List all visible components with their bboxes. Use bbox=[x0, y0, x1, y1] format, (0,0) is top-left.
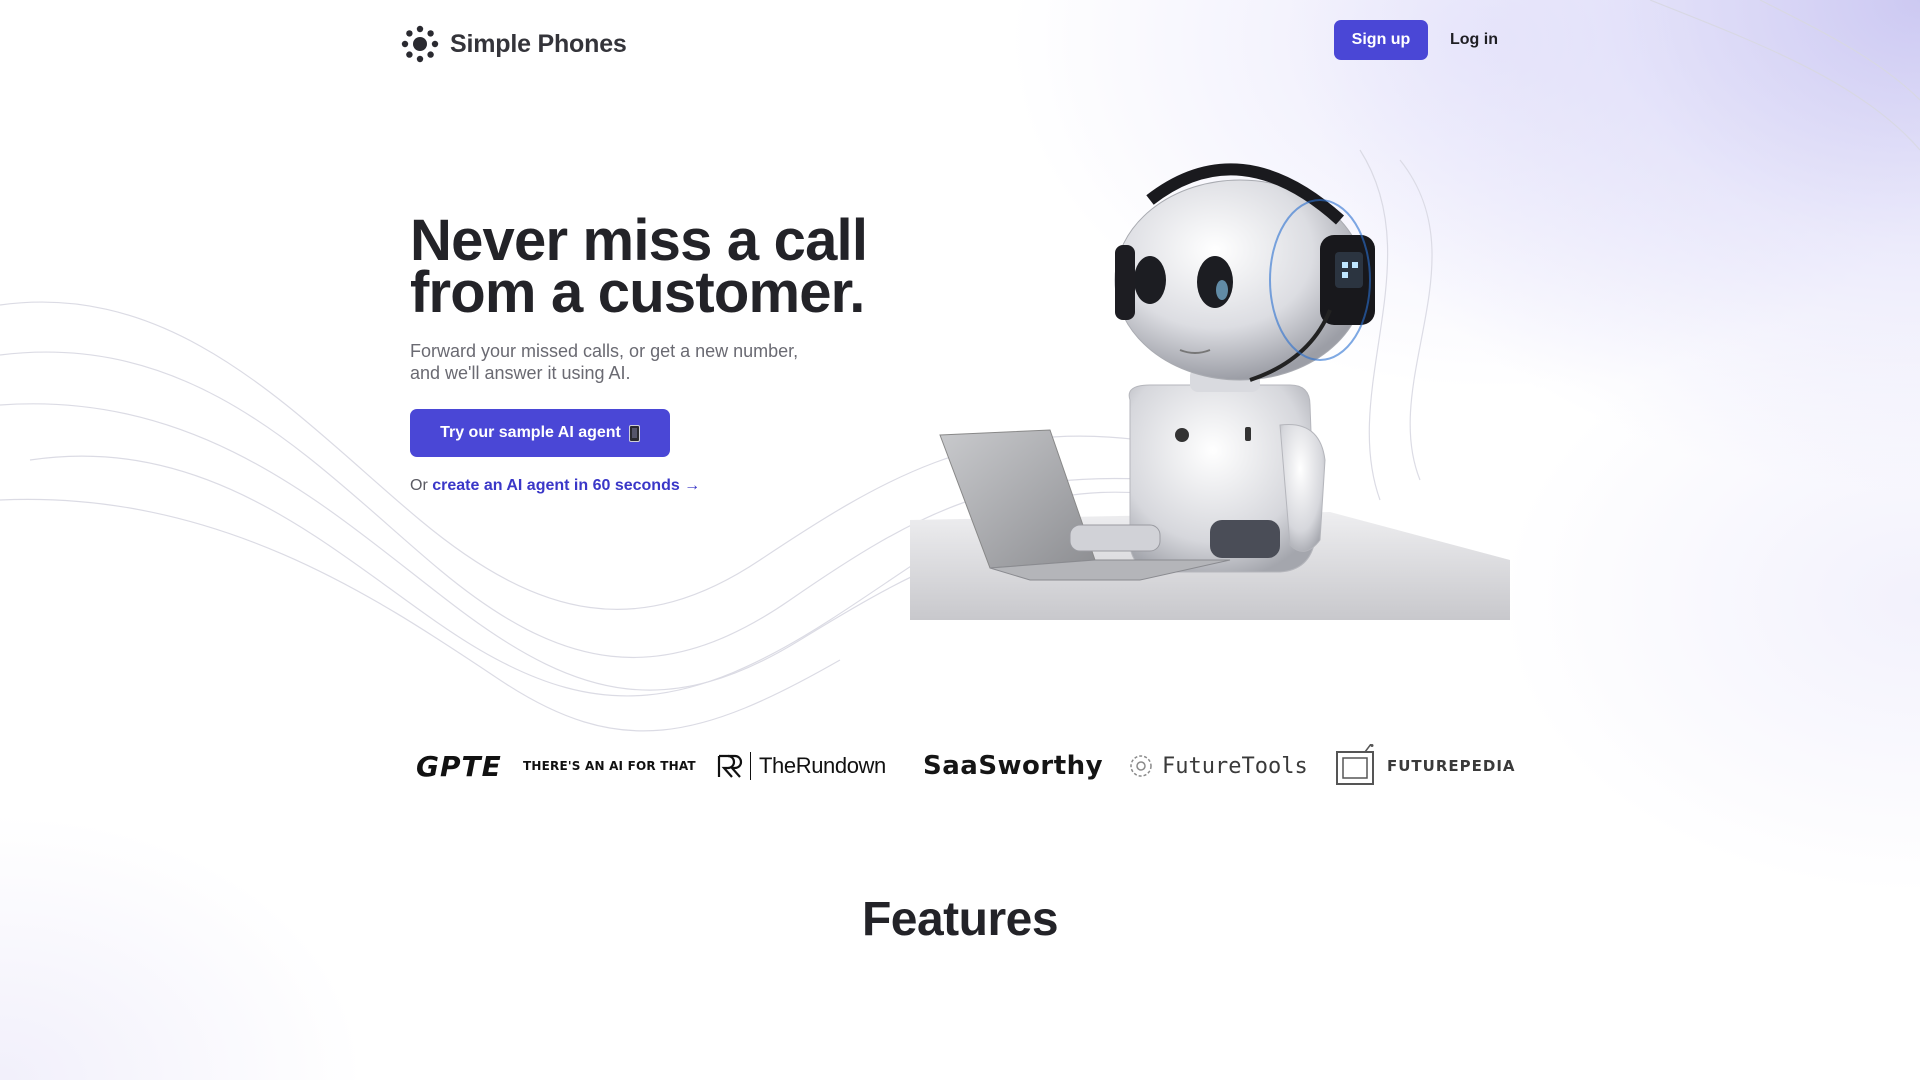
login-link[interactable]: Log in bbox=[1450, 20, 1498, 60]
site-header: Simple Phones Sign up Log in bbox=[400, 20, 1504, 68]
hero-title-line-2: from a customer. bbox=[410, 260, 865, 325]
cta-label: Try our sample AI agent bbox=[440, 424, 621, 441]
robot-illustration bbox=[910, 163, 1510, 620]
mobile-phone-icon bbox=[628, 424, 640, 442]
try-sample-agent-button[interactable]: Try our sample AI agent bbox=[410, 409, 670, 457]
futuretools-wordmark: FutureTools bbox=[1162, 753, 1308, 779]
logo-theres-an-ai-for-that[interactable]: THERE'S AN AI FOR THAT bbox=[523, 738, 696, 794]
create-agent-line: Or create an AI agent in 60 seconds → bbox=[410, 477, 700, 495]
futuretools-gear-icon bbox=[1130, 755, 1152, 777]
signup-button[interactable]: Sign up bbox=[1334, 20, 1428, 60]
featured-logos: GPTE THERE'S AN AI FOR THAT TheRundown S… bbox=[410, 738, 1515, 794]
hero-subtitle-line-2: and we'll answer it using AI. bbox=[410, 363, 631, 383]
logo-the-rundown[interactable]: TheRundown bbox=[716, 738, 886, 794]
create-agent-link[interactable]: create an AI agent in 60 seconds → bbox=[432, 477, 700, 494]
secondary-prefix: Or bbox=[410, 477, 428, 494]
futurepedia-tv-icon bbox=[1336, 744, 1374, 785]
features-heading: Features bbox=[861, 893, 1059, 946]
landing-page: Simple Phones Sign up Log in Never miss … bbox=[0, 0, 1920, 1080]
logo-gpte[interactable]: GPTE bbox=[416, 738, 502, 794]
brand-name: Simple Phones bbox=[450, 29, 627, 58]
rundown-mark-icon bbox=[716, 752, 751, 780]
hero-subtitle-line-1: Forward your missed calls, or get a new … bbox=[410, 341, 799, 361]
hero-title: Never miss a call from a customer. bbox=[410, 212, 930, 325]
futurepedia-wordmark: FUTUREPEDIA bbox=[1387, 757, 1516, 775]
brand-logo-link[interactable]: Simple Phones bbox=[400, 24, 627, 64]
robot-right-eye bbox=[1197, 256, 1233, 308]
hero-subtitle: Forward your missed calls, or get a new … bbox=[410, 340, 870, 384]
rundown-wordmark: TheRundown bbox=[759, 753, 886, 778]
logo-futurepedia[interactable]: FUTUREPEDIA bbox=[1335, 738, 1516, 794]
logo-futuretools[interactable]: FutureTools bbox=[1128, 738, 1308, 794]
robot-left-eye bbox=[1134, 256, 1166, 304]
robot-body-sensor bbox=[1175, 428, 1189, 442]
sunburst-logo-icon bbox=[401, 25, 439, 63]
logo-saasworthy[interactable]: SaaSworthy bbox=[923, 738, 1103, 794]
